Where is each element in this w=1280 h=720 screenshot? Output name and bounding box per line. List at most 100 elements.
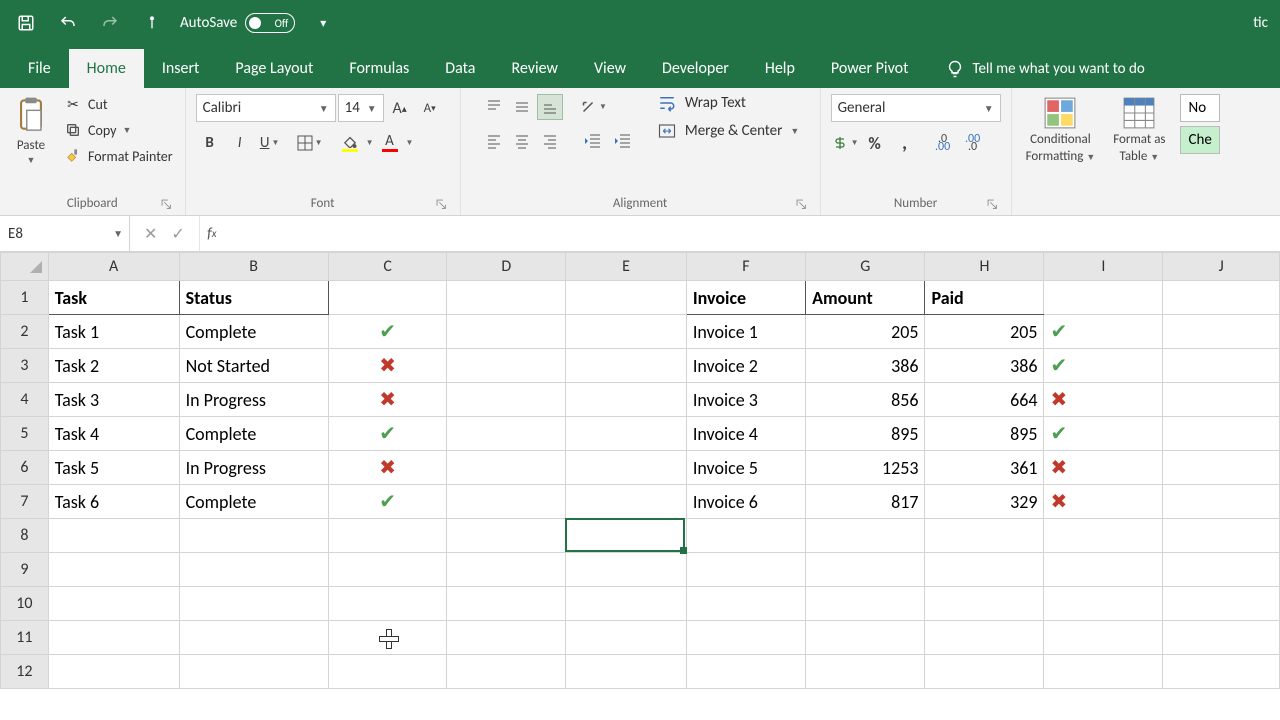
- cell-G3[interactable]: 386: [806, 349, 925, 383]
- cell-J3[interactable]: [1163, 349, 1280, 383]
- cell-B8[interactable]: [179, 519, 328, 553]
- wrap-text-button[interactable]: Wrap Text: [657, 94, 799, 112]
- number-format-combo[interactable]: General▼: [831, 94, 1001, 122]
- redo-icon[interactable]: [96, 9, 124, 37]
- cell-A2[interactable]: Task 1: [48, 315, 179, 349]
- cell-B11[interactable]: [179, 621, 328, 655]
- cell-style-normal[interactable]: No: [1180, 94, 1220, 122]
- cell-B9[interactable]: [179, 553, 328, 587]
- cell-A3[interactable]: Task 2: [48, 349, 179, 383]
- cell-style-good[interactable]: Che: [1180, 126, 1220, 154]
- cell-I4[interactable]: ✖: [1044, 383, 1163, 417]
- cell-C3[interactable]: ✖: [328, 349, 447, 383]
- cell-A5[interactable]: Task 4: [48, 417, 179, 451]
- cell-I3[interactable]: ✔: [1044, 349, 1163, 383]
- formula-input[interactable]: [224, 216, 1280, 251]
- cell-I9[interactable]: [1044, 553, 1163, 587]
- cell-A12[interactable]: [48, 655, 179, 689]
- column-header-I[interactable]: I: [1044, 253, 1163, 281]
- row-header-11[interactable]: 11: [1, 621, 49, 655]
- cell-J4[interactable]: [1163, 383, 1280, 417]
- cell-E10[interactable]: [566, 587, 687, 621]
- cell-E5[interactable]: [566, 417, 687, 451]
- cell-H10[interactable]: [925, 587, 1044, 621]
- column-header-B[interactable]: B: [179, 253, 328, 281]
- cell-H1[interactable]: Paid: [925, 281, 1044, 315]
- tab-page-layout[interactable]: Page Layout: [217, 49, 331, 88]
- column-header-D[interactable]: D: [447, 253, 566, 281]
- cell-H6[interactable]: 361: [925, 451, 1044, 485]
- cell-C5[interactable]: ✔: [328, 417, 447, 451]
- cell-F6[interactable]: Invoice 5: [686, 451, 805, 485]
- cell-C6[interactable]: ✖: [328, 451, 447, 485]
- cell-G12[interactable]: [806, 655, 925, 689]
- cell-I2[interactable]: ✔: [1044, 315, 1163, 349]
- cell-F8[interactable]: [686, 519, 805, 553]
- decrease-font-icon[interactable]: A▾: [416, 95, 444, 121]
- row-header-6[interactable]: 6: [1, 451, 49, 485]
- cell-J8[interactable]: [1163, 519, 1280, 553]
- cell-C9[interactable]: [328, 553, 447, 587]
- row-header-1[interactable]: 1: [1, 281, 49, 315]
- cell-G11[interactable]: [806, 621, 925, 655]
- cell-D5[interactable]: [447, 417, 566, 451]
- cell-C10[interactable]: [328, 587, 447, 621]
- cell-F9[interactable]: [686, 553, 805, 587]
- font-color-button[interactable]: A: [376, 130, 404, 156]
- cell-J1[interactable]: [1163, 281, 1280, 315]
- cell-G1[interactable]: Amount: [806, 281, 925, 315]
- spreadsheet-grid[interactable]: ABCDEFGHIJ 1TaskStatusInvoiceAmountPaid2…: [0, 252, 1280, 689]
- cell-B7[interactable]: Complete: [179, 485, 328, 519]
- cell-D10[interactable]: [447, 587, 566, 621]
- cell-D6[interactable]: [447, 451, 566, 485]
- cell-G10[interactable]: [806, 587, 925, 621]
- cell-J5[interactable]: [1163, 417, 1280, 451]
- cell-C2[interactable]: ✔: [328, 315, 447, 349]
- cell-H12[interactable]: [925, 655, 1044, 689]
- cell-I7[interactable]: ✖: [1044, 485, 1163, 519]
- column-header-A[interactable]: A: [48, 253, 179, 281]
- row-header-8[interactable]: 8: [1, 519, 49, 553]
- number-dialog-launcher[interactable]: [985, 197, 999, 211]
- cell-A9[interactable]: [48, 553, 179, 587]
- cell-G4[interactable]: 856: [806, 383, 925, 417]
- cell-J9[interactable]: [1163, 553, 1280, 587]
- tab-help[interactable]: Help: [747, 49, 813, 88]
- cell-A1[interactable]: Task: [48, 281, 179, 315]
- cell-H9[interactable]: [925, 553, 1044, 587]
- cell-H3[interactable]: 386: [925, 349, 1044, 383]
- tab-view[interactable]: View: [576, 49, 644, 88]
- enter-formula-icon[interactable]: ✓: [171, 224, 184, 244]
- cell-G8[interactable]: [806, 519, 925, 553]
- column-header-J[interactable]: J: [1163, 253, 1280, 281]
- tab-home[interactable]: Home: [69, 49, 144, 88]
- autosave-toggle[interactable]: AutoSave Off: [180, 13, 295, 33]
- cell-B12[interactable]: [179, 655, 328, 689]
- column-header-G[interactable]: G: [806, 253, 925, 281]
- cut-button[interactable]: ✂ Cut: [62, 94, 175, 114]
- touch-mode-icon[interactable]: [138, 9, 166, 37]
- tab-power-pivot[interactable]: Power Pivot: [813, 49, 927, 88]
- borders-button[interactable]: ▼: [296, 130, 324, 156]
- cell-D8[interactable]: [447, 519, 566, 553]
- cell-J2[interactable]: [1163, 315, 1280, 349]
- cell-E2[interactable]: [566, 315, 687, 349]
- cell-F4[interactable]: Invoice 3: [686, 383, 805, 417]
- cell-F5[interactable]: Invoice 4: [686, 417, 805, 451]
- cell-I12[interactable]: [1044, 655, 1163, 689]
- tab-insert[interactable]: Insert: [144, 49, 218, 88]
- tab-data[interactable]: Data: [427, 49, 493, 88]
- cell-D11[interactable]: [447, 621, 566, 655]
- cell-I8[interactable]: [1044, 519, 1163, 553]
- save-icon[interactable]: [12, 9, 40, 37]
- cell-G6[interactable]: 1253: [806, 451, 925, 485]
- percent-format-icon[interactable]: %: [861, 130, 889, 156]
- increase-decimal-icon[interactable]: .0.00: [929, 130, 957, 156]
- qat-customize-icon[interactable]: ▾: [309, 9, 337, 37]
- bold-button[interactable]: B: [196, 130, 224, 156]
- cell-D9[interactable]: [447, 553, 566, 587]
- cell-G9[interactable]: [806, 553, 925, 587]
- cell-B6[interactable]: In Progress: [179, 451, 328, 485]
- undo-icon[interactable]: [54, 9, 82, 37]
- align-right-icon[interactable]: [537, 128, 563, 154]
